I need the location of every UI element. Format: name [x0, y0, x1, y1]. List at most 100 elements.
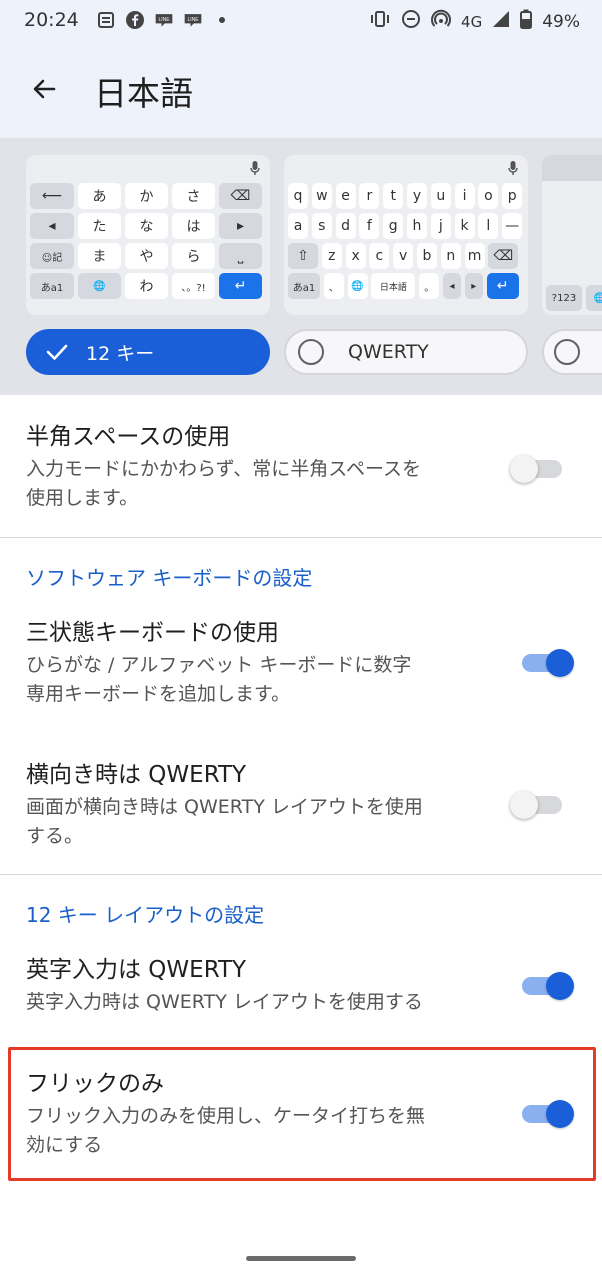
- svg-text:LINE: LINE: [187, 17, 199, 23]
- key: あa1: [288, 273, 320, 299]
- key: ◂: [30, 213, 74, 239]
- setting-title: 横向き時は QWERTY: [26, 762, 247, 788]
- key: ⌫: [488, 243, 519, 269]
- key: x: [345, 243, 366, 269]
- divider: [0, 874, 602, 875]
- key: a: [288, 213, 308, 239]
- key: ☺記: [30, 243, 74, 269]
- key: ▸: [219, 213, 262, 239]
- key: 🌐: [586, 285, 602, 311]
- setting-description: 英字入力時は QWERTY レイアウトを使用する: [26, 991, 423, 1013]
- setting-alphabet-qwerty[interactable]: 英字入力は QWERTY 英字入力時は QWERTY レイアウトを使用する: [26, 954, 496, 1017]
- key: c: [369, 243, 390, 269]
- line-manga-icon: LINE: [154, 10, 174, 30]
- key: v: [393, 243, 414, 269]
- key: g: [383, 213, 404, 239]
- key: た: [78, 213, 121, 239]
- layout-option-12key[interactable]: 12 キー: [26, 329, 270, 375]
- notes-icon: [96, 10, 116, 30]
- landscape-qwerty-toggle[interactable]: [510, 787, 562, 821]
- key: d: [335, 213, 356, 239]
- notification-icons: LINE LINE: [96, 10, 232, 30]
- key: ま: [78, 243, 121, 269]
- key: あ: [78, 183, 121, 209]
- key: 日本語: [371, 273, 416, 299]
- key: j: [430, 213, 451, 239]
- back-arrow-icon: [33, 79, 56, 99]
- key: b: [416, 243, 437, 269]
- mic-icon: [250, 161, 260, 175]
- keyboard-preview-partial[interactable]: ?123 🌐: [542, 155, 602, 315]
- key: さ: [172, 183, 215, 209]
- layout-option-qwerty[interactable]: QWERTY: [284, 329, 528, 375]
- network-type: 4G: [461, 12, 483, 31]
- dot-icon: [212, 10, 232, 30]
- tristate-keyboard-toggle[interactable]: [522, 645, 574, 679]
- key: か: [125, 183, 168, 209]
- key: —: [502, 213, 523, 239]
- key: m: [464, 243, 485, 269]
- back-button[interactable]: [22, 67, 66, 111]
- key: s: [311, 213, 332, 239]
- key: u: [430, 183, 451, 209]
- highlight-box: [8, 1047, 596, 1181]
- status-time: 20:24: [24, 9, 79, 31]
- status-bar: 20:24 LINE LINE 4G 49%: [0, 0, 602, 44]
- key: ↵: [486, 273, 519, 299]
- key: k: [454, 213, 475, 239]
- key: ⟵: [30, 183, 74, 209]
- layout-option-label: QWERTY: [348, 341, 429, 363]
- key: ⌫: [219, 183, 262, 209]
- page-title: 日本語: [94, 74, 193, 113]
- half-width-space-toggle[interactable]: [510, 451, 562, 485]
- section-title-12key-layout: 12 キー レイアウトの設定: [26, 903, 265, 927]
- key: ▸: [464, 273, 483, 299]
- key: y: [406, 183, 427, 209]
- key: p: [502, 183, 523, 209]
- key: w: [311, 183, 332, 209]
- check-icon: [46, 344, 68, 360]
- setting-description: ひらがな / アルファベット キーボードに数字 専用キーボードを追加します。: [26, 654, 412, 705]
- battery-icon: [520, 9, 533, 34]
- divider: [0, 537, 602, 538]
- setting-description: 入力モードにかかわらず、常に半角スペースを 使用します。: [26, 458, 422, 509]
- key: l: [478, 213, 499, 239]
- gesture-navigation-bar[interactable]: [246, 1256, 356, 1261]
- setting-tristate-keyboard[interactable]: 三状態キーボードの使用 ひらがな / アルファベット キーボードに数字 専用キー…: [26, 617, 496, 709]
- key: q: [288, 183, 308, 209]
- setting-title: 三状態キーボードの使用: [26, 620, 279, 646]
- section-title-software-keyboard: ソフトウェア キーボードの設定: [26, 566, 313, 590]
- status-right: 4G 49%: [369, 9, 580, 34]
- key: あa1: [30, 273, 74, 299]
- key: 🌐: [347, 273, 368, 299]
- key: o: [478, 183, 499, 209]
- key: n: [440, 243, 461, 269]
- mic-icon: [508, 161, 518, 175]
- svg-text:LINE: LINE: [158, 17, 170, 23]
- setting-landscape-qwerty[interactable]: 横向き時は QWERTY 画面が横向き時は QWERTY レイアウトを使用 する…: [26, 759, 496, 851]
- line-manga-icon-2: LINE: [183, 10, 203, 30]
- radio-icon: [554, 339, 580, 365]
- setting-title: 半角スペースの使用: [26, 424, 231, 450]
- setting-title: 英字入力は QWERTY: [26, 957, 247, 983]
- signal-icon: [492, 10, 510, 33]
- key: や: [125, 243, 168, 269]
- key: 、: [323, 273, 344, 299]
- key: 🌐: [78, 273, 121, 299]
- battery-percent: 49%: [542, 11, 580, 32]
- key: 、。?!: [172, 273, 215, 299]
- keyboard-preview-qwerty[interactable]: q w e r t y u i o p a s d f g h j k l — …: [284, 155, 528, 315]
- setting-half-width-space[interactable]: 半角スペースの使用 入力モードにかかわらず、常に半角スペースを 使用します。: [26, 421, 496, 513]
- app-bar: 日本語: [0, 44, 602, 138]
- key: ?123: [546, 285, 582, 311]
- key: r: [359, 183, 380, 209]
- key: ⎵: [219, 243, 262, 269]
- key: t: [383, 183, 404, 209]
- keyboard-preview-12key[interactable]: ⟵ あ か さ ⌫ ◂ た な は ▸ ☺記 ま や ら ⎵ あa1 🌐 わ 、…: [26, 155, 270, 315]
- alphabet-qwerty-toggle[interactable]: [522, 968, 574, 1002]
- key: z: [321, 243, 342, 269]
- layout-option-label: 12 キー: [86, 342, 155, 365]
- dnd-icon: [401, 9, 421, 34]
- key: e: [335, 183, 356, 209]
- layout-option-partial[interactable]: [542, 329, 602, 375]
